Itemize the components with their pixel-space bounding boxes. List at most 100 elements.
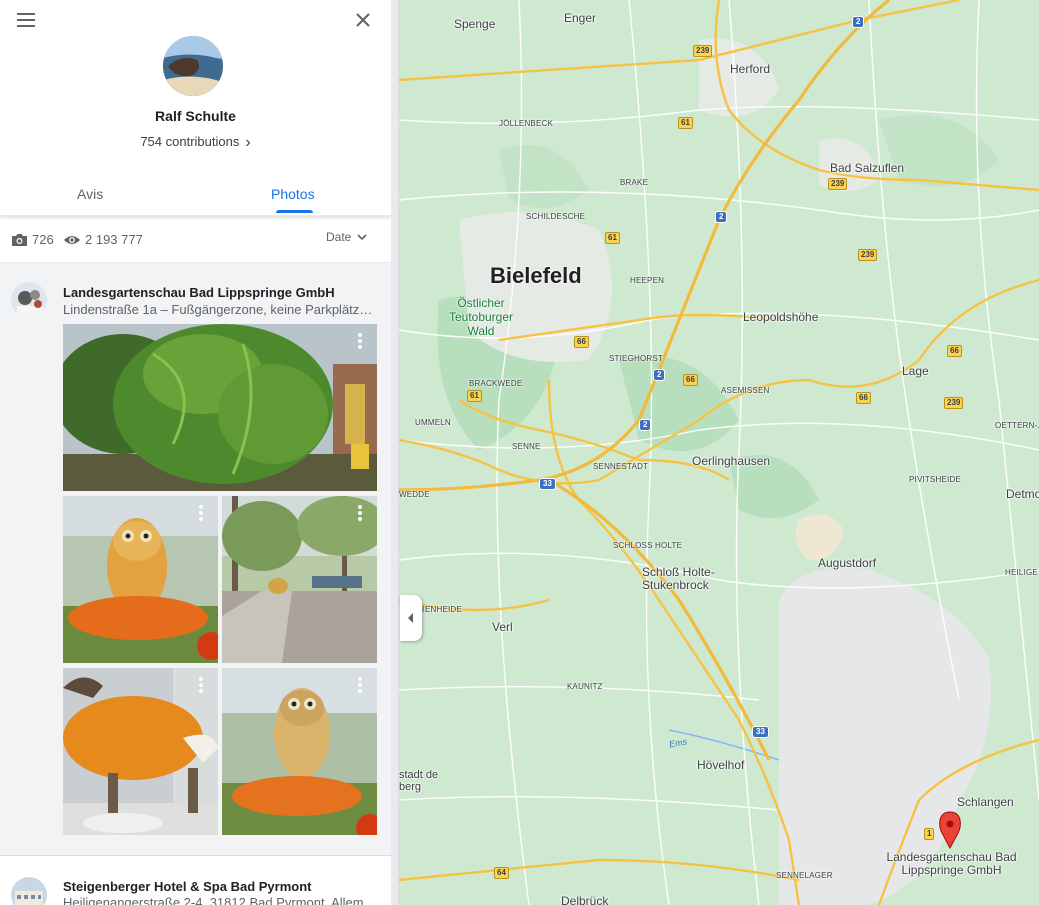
tab-photos[interactable]: Photos — [271, 186, 315, 202]
profile-name: Ralf Schulte — [155, 108, 236, 124]
collapse-panel-button[interactable] — [400, 595, 422, 641]
place-avatar[interactable] — [11, 877, 47, 905]
road-shield-b239: 239 — [693, 45, 713, 57]
map-label-asemissen: ASEMISSEN — [721, 386, 770, 395]
photo-thumbnail[interactable] — [63, 496, 218, 663]
place-address: Heiligenangerstraße 2-4, 31812 Bad Pyrmo… — [63, 895, 377, 905]
place-card: Landesgartenschau Bad Lippspringe GmbH L… — [0, 263, 391, 856]
map-label-wedde: WEDDE — [399, 490, 430, 499]
more-options-icon[interactable] — [198, 505, 204, 521]
road-shield-b239: 239 — [828, 178, 848, 190]
map-label-heepen: HEEPEN — [630, 276, 665, 285]
photos-feed: Landesgartenschau Bad Lippspringe GmbH L… — [0, 263, 391, 905]
road-shield-a2: 2 — [639, 419, 652, 431]
map-label-pivitsheide: PIVITSHEIDE — [909, 475, 961, 484]
tab-bar: Avis Photos — [0, 172, 391, 216]
map-label-stadt-de: stadt de — [399, 769, 439, 781]
map-label-teutoburger-wald: Östlicher Teutoburger Wald — [448, 296, 514, 338]
map-label-detmold: Detmo — [1006, 487, 1039, 501]
map-label-sennelager: SENNELAGER — [776, 871, 833, 880]
map-label-jollenbeck: JÖLLENBECK — [499, 119, 554, 128]
place-name[interactable]: Landesgartenschau Bad Lippspringe GmbH — [63, 285, 335, 300]
map-label-renheide: RENHEIDE — [419, 605, 462, 614]
road-shield-a2: 2 — [852, 16, 865, 28]
contributions-count: 754 contributions — [140, 134, 240, 149]
map-label-schildesche: SCHILDESCHE — [526, 212, 586, 221]
map-label-berg: berg — [399, 781, 422, 793]
tab-avis[interactable]: Avis — [77, 186, 103, 202]
map-label-oerlinghausen: Oerlinghausen — [692, 454, 771, 468]
road-shield-a2: 2 — [653, 369, 666, 381]
avatar[interactable] — [163, 36, 223, 96]
eye-icon — [64, 235, 80, 244]
road-shield-b239: 239 — [858, 249, 878, 261]
map-label-spenge: Spenge — [454, 17, 496, 31]
photo-thumbnail[interactable] — [63, 324, 377, 491]
road-shield-b66: 66 — [683, 374, 698, 386]
road-shield-b61: 61 — [605, 232, 620, 244]
road-shield-b1: 1 — [924, 828, 935, 840]
map-label-brake: BRAKE — [620, 178, 649, 187]
road-shield-a2: 2 — [715, 211, 728, 223]
close-icon[interactable] — [351, 8, 375, 32]
map-label-enger: Enger — [564, 11, 597, 25]
photos-stat: 726 — [11, 232, 54, 247]
chevron-left-icon — [408, 613, 413, 623]
map-label-leopoldshohe: Leopoldshöhe — [743, 310, 819, 324]
photo-thumbnail[interactable] — [63, 668, 218, 835]
more-options-icon[interactable] — [357, 333, 363, 349]
map-label-heilige: HEILIGE — [1005, 568, 1038, 577]
photo-thumbnail[interactable] — [222, 668, 377, 835]
place-avatar[interactable] — [11, 282, 47, 318]
profile-panel: Ralf Schulte 754 contributions › Avis Pho… — [0, 0, 399, 905]
chevron-right-icon: › — [245, 134, 251, 151]
road-shield-b66: 66 — [574, 336, 589, 348]
hamburger-menu-icon[interactable] — [15, 8, 39, 32]
map-label-schloss-holte-stukenbrock: Schloß Holte-Stukenbrock — [642, 565, 715, 592]
map-label-brackwede: BRACKWEDE — [469, 379, 523, 388]
scrollbar[interactable] — [391, 0, 398, 905]
contributions-link[interactable]: 754 contributions › — [0, 133, 391, 151]
more-options-icon[interactable] — [357, 677, 363, 693]
map-label-stieghorst: STIEGHORST — [609, 354, 664, 363]
camera-icon — [12, 233, 27, 246]
views-stat: 2 193 777 — [63, 232, 143, 247]
map-label-oettern: OETTERN-... — [995, 421, 1039, 430]
sort-label: Date — [326, 230, 352, 244]
road-shield-b239: 239 — [944, 397, 964, 409]
active-tab-indicator — [276, 210, 313, 213]
place-card: Steigenberger Hotel & Spa Bad Pyrmont He… — [0, 856, 391, 905]
more-options-icon[interactable] — [357, 505, 363, 521]
map-label-lage: Lage — [902, 364, 929, 378]
road-shield-b66: 66 — [856, 392, 871, 404]
road-shield-b61: 61 — [678, 117, 693, 129]
map-label-schloss-holte: SCHLOSS HOLTE — [613, 541, 683, 550]
photos-count: 726 — [32, 232, 54, 247]
map-label-hovelhof: Hövelhof — [697, 758, 745, 772]
map-canvas[interactable]: Spenge Enger Herford JÖLLENBECK Bad Salz… — [399, 0, 1039, 905]
place-name[interactable]: Steigenberger Hotel & Spa Bad Pyrmont — [63, 879, 312, 894]
map-label-schlangen: Schlangen — [957, 795, 1014, 809]
map-label-sennestadt: SENNESTADT — [593, 462, 649, 471]
stats-bar: 726 2 193 777 Date — [0, 217, 391, 263]
views-count: 2 193 777 — [85, 232, 143, 247]
map-label-kaunitz: KAUNITZ — [567, 682, 603, 691]
map-label-landesgartenschau[interactable]: Landesgartenschau Bad Lippspringe GmbH — [884, 851, 1019, 877]
photo-thumbnail[interactable] — [222, 496, 377, 663]
map-label-verl: Verl — [492, 620, 513, 634]
sort-dropdown[interactable]: Date — [326, 230, 369, 244]
road-shield-b64: 64 — [494, 867, 509, 879]
road-shield-b61: 61 — [467, 390, 482, 402]
road-shield-a33: 33 — [752, 726, 769, 738]
more-options-icon[interactable] — [198, 677, 204, 693]
map-label-delbruck: Delbrück — [561, 894, 609, 905]
chevron-down-icon — [357, 234, 367, 241]
map-label-bielefeld: Bielefeld — [490, 263, 582, 288]
map-label-herford: Herford — [730, 62, 771, 76]
map-label-bad-salzuflen: Bad Salzuflen — [830, 161, 905, 175]
road-shield-b66: 66 — [947, 345, 962, 357]
place-address: Lindenstraße 1a – Fußgängerzone, keine P… — [63, 302, 377, 317]
map-label-augustdorf: Augustdorf — [818, 556, 877, 570]
road-shield-a33: 33 — [539, 478, 556, 490]
map-label-ummeln: UMMELN — [415, 418, 451, 427]
